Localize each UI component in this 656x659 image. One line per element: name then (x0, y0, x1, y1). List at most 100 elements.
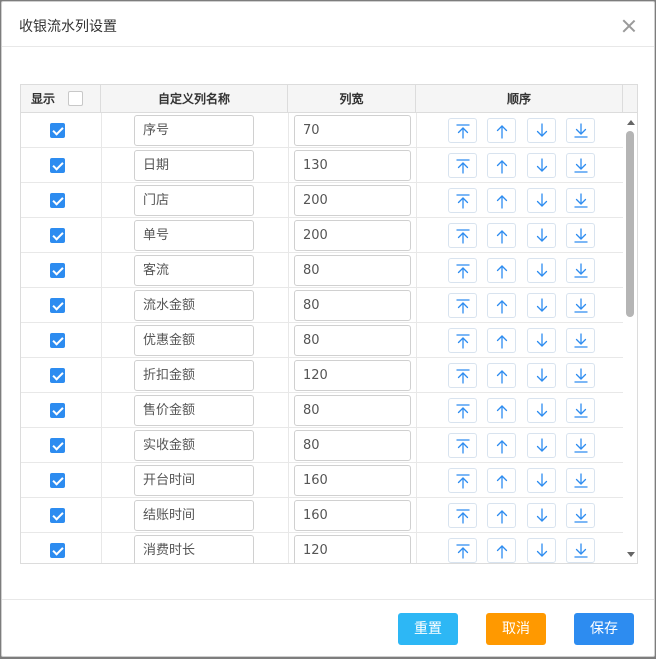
save-button[interactable]: 保存 (574, 613, 634, 645)
show-checkbox[interactable] (50, 438, 65, 453)
move-top-button[interactable] (448, 363, 477, 388)
column-width-input[interactable]: 80 (294, 395, 411, 426)
move-down-button[interactable] (527, 258, 556, 283)
column-width-input[interactable]: 200 (294, 220, 411, 251)
scroll-up-arrow-icon[interactable] (627, 120, 635, 125)
move-top-button[interactable] (448, 223, 477, 248)
column-name-input[interactable]: 售价金额 (134, 395, 254, 426)
move-top-button[interactable] (448, 258, 477, 283)
column-width-input[interactable]: 120 (294, 360, 411, 391)
move-up-button[interactable] (487, 153, 516, 178)
move-bottom-button[interactable] (566, 223, 595, 248)
scroll-down-arrow-icon[interactable] (627, 552, 635, 557)
move-up-button[interactable] (487, 538, 516, 563)
column-width-input[interactable]: 120 (294, 535, 411, 563)
move-down-button[interactable] (527, 363, 556, 388)
move-top-button[interactable] (448, 118, 477, 143)
move-top-button[interactable] (448, 398, 477, 423)
move-top-button[interactable] (448, 328, 477, 353)
column-name-input[interactable]: 门店 (134, 185, 254, 216)
select-all-checkbox[interactable] (68, 91, 83, 106)
show-checkbox[interactable] (50, 158, 65, 173)
move-down-button[interactable] (527, 468, 556, 493)
move-bottom-button[interactable] (566, 363, 595, 388)
column-width-input[interactable]: 130 (294, 150, 411, 181)
move-bottom-button[interactable] (566, 433, 595, 458)
show-checkbox[interactable] (50, 193, 65, 208)
column-name-input[interactable]: 结账时间 (134, 500, 254, 531)
show-checkbox[interactable] (50, 543, 65, 558)
move-down-button[interactable] (527, 328, 556, 353)
move-down-button[interactable] (527, 503, 556, 528)
column-name-input[interactable]: 消费时长 (134, 535, 254, 563)
column-width-input[interactable]: 70 (294, 115, 411, 146)
move-down-button[interactable] (527, 433, 556, 458)
move-up-button[interactable] (487, 293, 516, 318)
move-bottom-button[interactable] (566, 188, 595, 213)
move-top-button[interactable] (448, 293, 477, 318)
column-name-input[interactable]: 序号 (134, 115, 254, 146)
show-checkbox[interactable] (50, 228, 65, 243)
column-width-input[interactable]: 200 (294, 185, 411, 216)
move-down-button[interactable] (527, 118, 556, 143)
column-name-input[interactable]: 折扣金额 (134, 360, 254, 391)
column-width-input[interactable]: 80 (294, 325, 411, 356)
close-icon[interactable] (622, 19, 636, 33)
scrollbar-thumb[interactable] (626, 131, 634, 317)
move-up-button[interactable] (487, 223, 516, 248)
reset-button[interactable]: 重置 (398, 613, 458, 645)
column-name-input[interactable]: 开台时间 (134, 465, 254, 496)
move-up-button[interactable] (487, 258, 516, 283)
vertical-scrollbar[interactable] (623, 113, 637, 563)
column-width-input[interactable]: 80 (294, 430, 411, 461)
move-down-button[interactable] (527, 188, 556, 213)
move-top-button[interactable] (448, 468, 477, 493)
show-checkbox[interactable] (50, 298, 65, 313)
column-name-input[interactable]: 客流 (134, 255, 254, 286)
move-bottom-button[interactable] (566, 468, 595, 493)
move-bottom-button[interactable] (566, 503, 595, 528)
show-checkbox[interactable] (50, 123, 65, 138)
move-top-button[interactable] (448, 538, 477, 563)
move-bottom-button[interactable] (566, 118, 595, 143)
show-checkbox[interactable] (50, 403, 65, 418)
move-up-button[interactable] (487, 468, 516, 493)
move-bottom-button[interactable] (566, 328, 595, 353)
move-top-button[interactable] (448, 153, 477, 178)
move-up-button[interactable] (487, 363, 516, 388)
show-checkbox[interactable] (50, 368, 65, 383)
column-name-input[interactable]: 单号 (134, 220, 254, 251)
move-down-button[interactable] (527, 398, 556, 423)
column-width-input[interactable]: 160 (294, 500, 411, 531)
column-name-input[interactable]: 流水金额 (134, 290, 254, 321)
column-width-input[interactable]: 80 (294, 290, 411, 321)
show-checkbox[interactable] (50, 333, 65, 348)
move-bottom-button[interactable] (566, 293, 595, 318)
move-bottom-button[interactable] (566, 398, 595, 423)
move-up-button[interactable] (487, 398, 516, 423)
move-down-button[interactable] (527, 538, 556, 563)
move-up-button[interactable] (487, 188, 516, 213)
cancel-button[interactable]: 取消 (486, 613, 546, 645)
column-width-input[interactable]: 160 (294, 465, 411, 496)
show-checkbox[interactable] (50, 263, 65, 278)
move-top-button[interactable] (448, 188, 477, 213)
move-up-button[interactable] (487, 118, 516, 143)
column-name-input[interactable]: 实收金额 (134, 430, 254, 461)
move-up-button[interactable] (487, 503, 516, 528)
column-name-input[interactable]: 优惠金额 (134, 325, 254, 356)
move-up-button[interactable] (487, 433, 516, 458)
move-top-button[interactable] (448, 503, 477, 528)
show-checkbox[interactable] (50, 508, 65, 523)
move-down-button[interactable] (527, 223, 556, 248)
move-bottom-button[interactable] (566, 153, 595, 178)
move-bottom-button[interactable] (566, 258, 595, 283)
column-width-input[interactable]: 80 (294, 255, 411, 286)
move-down-button[interactable] (527, 293, 556, 318)
move-top-button[interactable] (448, 433, 477, 458)
move-down-button[interactable] (527, 153, 556, 178)
show-checkbox[interactable] (50, 473, 65, 488)
move-up-button[interactable] (487, 328, 516, 353)
move-bottom-button[interactable] (566, 538, 595, 563)
column-name-input[interactable]: 日期 (134, 150, 254, 181)
